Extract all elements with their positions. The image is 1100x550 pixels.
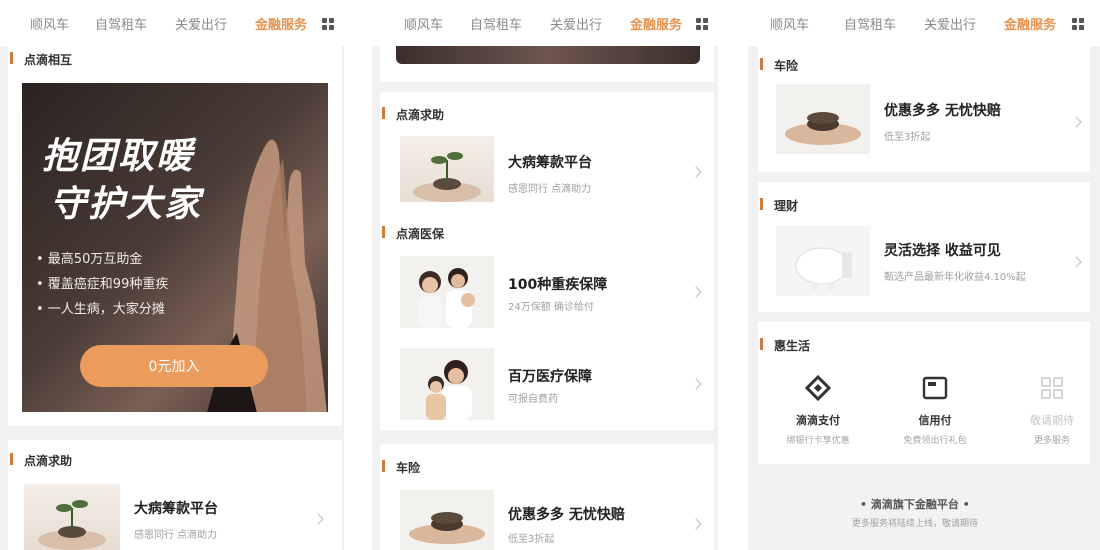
finance-item-title: 灵活选择 收益可见 <box>884 243 1001 259</box>
tab-care-travel[interactable]: 关爱出行 <box>550 14 602 33</box>
mother-child-photo-image <box>400 348 494 420</box>
banner-bullet-3: • 一人生病，大家分摊 <box>36 302 165 317</box>
grid-menu-icon[interactable] <box>322 18 334 30</box>
car-insurance-card: 车险 优惠多多 无忧快赔 低至3折起 <box>380 444 714 550</box>
didi-pay-icon <box>804 374 832 402</box>
family-photo-image <box>400 256 494 328</box>
footer-subtitle: 更多服务将陆续上线，敬请期待 <box>852 519 979 529</box>
medical-item-subtitle-2: 可报自费药 <box>508 394 558 405</box>
tab-financial-services[interactable]: 金融服务 <box>255 14 307 33</box>
section-title-car: 车险 <box>396 461 421 475</box>
tab-self-drive-rental[interactable]: 自驾租车 <box>470 14 522 33</box>
coins-in-hands-image <box>776 84 870 154</box>
mutual-aid-banner[interactable]: 抱团取暖 守护大家 • 最高50万互助金 • 覆盖癌症和99种重疾 • 一人生病… <box>22 83 328 412</box>
help-card: 点滴求助 大病筹款平台 感恩同行 点滴助力 <box>8 440 342 550</box>
section-title-help: 点滴求助 <box>24 454 73 468</box>
chevron-right-icon <box>1070 116 1082 128</box>
tab-self-drive-rental[interactable]: 自驾租车 <box>95 14 147 33</box>
chevron-right-icon <box>690 286 702 298</box>
section-marker <box>382 226 385 238</box>
help-item-subtitle: 感恩同行 点滴助力 <box>134 530 218 541</box>
finance-item-subtitle: 甄选产品最新年化收益4.10%起 <box>884 272 1026 283</box>
more-services-grid-icon <box>1041 377 1063 399</box>
section-title-life: 惠生活 <box>774 339 811 353</box>
chevron-right-icon <box>312 513 324 525</box>
tab-hitch[interactable]: 顺风车 <box>770 14 809 33</box>
footer-title: • 滴滴旗下金融平台 • <box>860 498 970 511</box>
credit-pay-sub: 免费领出行礼包 <box>903 436 967 446</box>
top-tab-bar: 顺风车 自驾租车 关爱出行 金融服务 <box>0 0 344 46</box>
top-tab-bar: 顺风车 自驾租车 关爱出行 金融服务 <box>372 0 718 46</box>
section-marker <box>382 460 385 472</box>
section-title-finance: 理财 <box>774 199 799 213</box>
section-marker <box>760 58 763 70</box>
chevron-right-icon <box>690 378 702 390</box>
help-item-subtitle: 感恩同行 点滴助力 <box>508 184 592 195</box>
section-marker <box>760 338 763 350</box>
join-free-button[interactable]: 0元加入 <box>80 345 268 387</box>
banner-headline-2: 守护大家 <box>50 183 203 225</box>
banner-headline-1: 抱团取暖 <box>42 135 195 177</box>
help-item-title: 大病筹款平台 <box>508 155 592 171</box>
section-title-help: 点滴求助 <box>396 108 445 122</box>
car-item-subtitle: 低至3折起 <box>884 132 931 143</box>
top-tab-bar: 顺风车 自驾租车 关爱出行 金融服务 <box>748 0 1100 46</box>
medical-item-title-1: 100种重疾保障 <box>508 277 608 293</box>
life-card: 惠生活 滴滴支付 绑银行卡享优惠 信用付 免费领出行礼包 敬请期待 更多服务 <box>758 322 1090 464</box>
grid-menu-icon[interactable] <box>696 18 708 30</box>
finance-card: 理财 灵活选择 收益可见 甄选产品最新年化收益4.10%起 <box>758 182 1090 312</box>
banner-bullet-2: • 覆盖癌症和99种重疾 <box>36 277 169 292</box>
section-marker <box>10 453 13 465</box>
section-title-mutual: 点滴相互 <box>24 53 73 67</box>
seedling-hands-image <box>24 484 120 550</box>
car-insurance-card: 车险 优惠多多 无忧快赔 低至3折起 <box>758 46 1090 172</box>
tab-care-travel[interactable]: 关爱出行 <box>175 14 227 33</box>
seedling-hands-image <box>400 136 494 202</box>
medical-item-subtitle-1: 24万保额 确诊给付 <box>508 302 594 313</box>
section-marker <box>760 198 763 210</box>
help-item-title: 大病筹款平台 <box>134 501 218 517</box>
chevron-right-icon <box>1070 256 1082 268</box>
screen-mutual-aid: 顺风车 自驾租车 关爱出行 金融服务 点滴相互 抱团取暖 守护大家 • 最高50… <box>0 0 344 550</box>
coming-soon-label: 敬请期待 <box>1030 414 1074 427</box>
car-item-title: 优惠多多 无忧快赔 <box>508 507 625 523</box>
section-title-car: 车险 <box>774 59 799 73</box>
credit-pay-label: 信用付 <box>918 414 952 427</box>
banner-bottom-strip <box>380 46 714 82</box>
tab-financial-services[interactable]: 金融服务 <box>1004 14 1056 33</box>
screen-medical: 顺风车 自驾租车 关爱出行 金融服务 点滴求助 大病筹款平台 感恩同行 点滴助力… <box>372 0 718 550</box>
help-medical-card: 点滴求助 大病筹款平台 感恩同行 点滴助力 点滴医保 100种重疾保障 24万保… <box>380 92 714 430</box>
tab-hitch[interactable]: 顺风车 <box>30 14 69 33</box>
car-item-subtitle: 低至3折起 <box>508 534 555 545</box>
chevron-right-icon <box>690 166 702 178</box>
banner-image-edge <box>396 46 700 64</box>
section-title-medical: 点滴医保 <box>396 227 445 241</box>
tab-financial-services[interactable]: 金融服务 <box>630 14 682 33</box>
chevron-right-icon <box>690 518 702 530</box>
medical-item-title-2: 百万医疗保障 <box>508 369 592 385</box>
coins-in-hands-image <box>400 490 494 550</box>
tab-hitch[interactable]: 顺风车 <box>404 14 443 33</box>
didi-pay-label: 滴滴支付 <box>796 414 840 427</box>
tab-self-drive-rental[interactable]: 自驾租车 <box>844 14 896 33</box>
car-item-title: 优惠多多 无忧快赔 <box>884 103 1001 119</box>
banner-bullet-1: • 最高50万互助金 <box>36 252 143 267</box>
grid-menu-icon[interactable] <box>1072 18 1084 30</box>
section-marker <box>10 52 13 64</box>
tab-care-travel[interactable]: 关爱出行 <box>924 14 976 33</box>
screen-insurance-finance: 顺风车 自驾租车 关爱出行 金融服务 车险 优惠多多 无忧快赔 低至3折起 理财… <box>748 0 1100 550</box>
section-marker <box>382 107 385 119</box>
credit-card-icon <box>922 376 948 400</box>
coming-soon-sub: 更多服务 <box>1033 436 1070 446</box>
piggy-bank-image <box>776 226 870 296</box>
didi-pay-sub: 绑银行卡享优惠 <box>786 436 850 446</box>
